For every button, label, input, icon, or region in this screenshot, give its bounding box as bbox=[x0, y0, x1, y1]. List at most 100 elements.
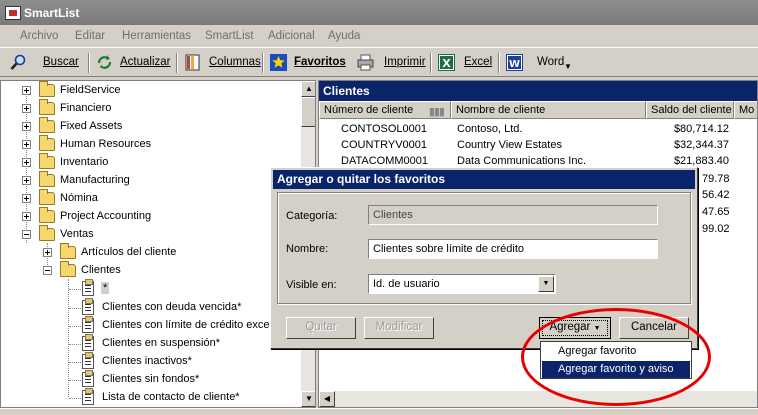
cell-numero: CONTOSOL0001 bbox=[341, 123, 428, 135]
column-header-numero[interactable]: Número de cliente ▮▮▮ bbox=[319, 101, 451, 119]
tree-item-lista-contacto-cliente[interactable]: Lista de contacto de cliente* bbox=[1, 388, 301, 407]
excel-label: Excel bbox=[464, 56, 493, 68]
tree-item-label: Financiero bbox=[60, 102, 112, 114]
folder-open-icon bbox=[39, 225, 55, 241]
results-title: Clientes bbox=[319, 81, 757, 101]
imprimir-label: Imprimir bbox=[384, 56, 426, 68]
folder-icon bbox=[39, 207, 55, 223]
tree-item-label: FieldService bbox=[60, 84, 121, 96]
nombre-input[interactable]: Clientes sobre límite de crédito bbox=[368, 239, 658, 259]
star-icon bbox=[270, 54, 287, 71]
dropdown-arrow-icon[interactable]: ▼ bbox=[564, 62, 572, 71]
tree-item-clientes-suspension[interactable]: Clientes en suspensión* bbox=[1, 334, 301, 353]
expand-icon[interactable] bbox=[22, 140, 31, 149]
cell-saldo-partial: 56.42 bbox=[702, 189, 730, 201]
folder-icon bbox=[39, 135, 55, 151]
column-header-mo[interactable]: Mo bbox=[734, 101, 757, 119]
columnas-label: Columnas bbox=[209, 56, 261, 68]
cell-nombre: Contoso, Ltd. bbox=[457, 123, 523, 135]
scroll-left-icon[interactable]: ◀ bbox=[319, 391, 335, 407]
favoritos-button[interactable]: Favoritos bbox=[270, 54, 350, 72]
buscar-label: Buscar bbox=[43, 56, 79, 68]
categoria-label: Categoría: bbox=[286, 210, 338, 222]
menu-smartlist[interactable]: SmartList bbox=[205, 30, 254, 42]
svg-text:W: W bbox=[509, 59, 520, 70]
title-bar: SmartList bbox=[0, 0, 758, 25]
svg-text:X: X bbox=[442, 57, 451, 70]
tree-item-label: Clientes sin fondos* bbox=[102, 373, 200, 385]
tree-item-manufacturing[interactable]: Manufacturing bbox=[1, 171, 301, 190]
buscar-button[interactable]: Buscar bbox=[10, 54, 80, 72]
menu-archivo[interactable]: Archivo bbox=[20, 30, 58, 42]
expand-icon[interactable] bbox=[22, 194, 31, 203]
tree-item-clientes-inactivos[interactable]: Clientes inactivos* bbox=[1, 352, 301, 371]
cell-saldo: $21,883.40 bbox=[673, 155, 729, 167]
folder-icon bbox=[39, 81, 55, 97]
cell-saldo: $80,714.12 bbox=[673, 123, 729, 135]
actualizar-button[interactable]: Actualizar bbox=[96, 54, 171, 72]
tree-item-label: Fixed Assets bbox=[60, 120, 123, 132]
tree-item-label: Inventario bbox=[60, 156, 109, 168]
tree-item-label: Nómina bbox=[60, 192, 98, 204]
dialog-title: Agregar o quitar los favoritos bbox=[273, 170, 695, 189]
category-tree[interactable]: FieldService Financiero Fixed Assets Hum… bbox=[0, 80, 316, 408]
status-bar bbox=[0, 408, 758, 415]
word-button[interactable]: W Word ▼ bbox=[506, 54, 576, 72]
expand-icon[interactable] bbox=[22, 86, 31, 95]
list-icon bbox=[82, 316, 94, 333]
column-header-nombre[interactable]: Nombre de cliente bbox=[451, 101, 646, 119]
folder-icon bbox=[39, 117, 55, 133]
tree-item-inventario[interactable]: Inventario bbox=[1, 153, 301, 172]
tree-item-label: Manufacturing bbox=[60, 174, 130, 186]
expand-icon[interactable] bbox=[22, 104, 31, 113]
tree-item-human-resources[interactable]: Human Resources bbox=[1, 135, 301, 154]
modificar-button[interactable]: Modificar bbox=[364, 317, 434, 339]
columnas-button[interactable]: Columnas bbox=[184, 54, 261, 72]
printer-icon bbox=[357, 54, 374, 71]
menu-editar[interactable]: Editar bbox=[75, 30, 105, 42]
excel-button[interactable]: X Excel bbox=[438, 54, 496, 72]
expand-icon[interactable] bbox=[43, 248, 52, 257]
tree-item-clientes-deuda-vencida[interactable]: Clientes con deuda vencida* bbox=[1, 298, 301, 317]
collapse-icon[interactable] bbox=[43, 266, 52, 275]
cell-saldo: $32,344.37 bbox=[673, 139, 729, 151]
cell-saldo-partial: 47.65 bbox=[702, 206, 730, 218]
cell-nombre: Data Communications Inc. bbox=[457, 155, 586, 167]
expand-icon[interactable] bbox=[22, 122, 31, 131]
tree-item-clientes-limite-credito[interactable]: Clientes con límite de crédito exced bbox=[1, 316, 301, 335]
expand-icon[interactable] bbox=[22, 176, 31, 185]
menu-ayuda[interactable]: Ayuda bbox=[328, 30, 360, 42]
tree-item-ventas[interactable]: Ventas bbox=[1, 225, 301, 244]
visible-select[interactable]: Id. de usuario ▼ bbox=[368, 274, 556, 294]
tree-item-clientes-sin-fondos[interactable]: Clientes sin fondos* bbox=[1, 370, 301, 389]
scroll-down-icon[interactable]: ▼ bbox=[301, 391, 315, 407]
tree-item-fieldservice[interactable]: FieldService bbox=[1, 81, 301, 100]
column-header-saldo[interactable]: Saldo del cliente bbox=[646, 101, 734, 119]
tree-item-label: Clientes bbox=[81, 264, 121, 276]
expand-icon[interactable] bbox=[22, 212, 31, 221]
cell-saldo-partial: 99.02 bbox=[702, 223, 730, 235]
tree-item-articulos-del-cliente[interactable]: Artículos del cliente bbox=[1, 243, 301, 262]
expand-icon[interactable] bbox=[22, 158, 31, 167]
chevron-down-icon[interactable]: ▼ bbox=[538, 276, 554, 292]
scroll-up-icon[interactable]: ▲ bbox=[301, 81, 315, 97]
tree-item-financiero[interactable]: Financiero bbox=[1, 99, 301, 118]
visible-select-value: Id. de usuario bbox=[373, 278, 440, 290]
results-hscrollbar[interactable]: ◀ bbox=[319, 391, 757, 407]
tree-item-smartlist-all[interactable]: * bbox=[1, 279, 301, 298]
tree-item-nomina[interactable]: Nómina bbox=[1, 189, 301, 208]
menu-herramientas[interactable]: Herramientas bbox=[122, 30, 191, 42]
tree-item-label: Lista de contacto de cliente* bbox=[102, 391, 240, 403]
quitar-button[interactable]: Quitar bbox=[286, 317, 356, 339]
collapse-icon[interactable] bbox=[22, 230, 31, 239]
sort-bars-icon: ▮▮▮ bbox=[428, 106, 445, 118]
favoritos-label: Favoritos bbox=[294, 56, 346, 68]
imprimir-button[interactable]: Imprimir bbox=[357, 54, 426, 72]
menu-adicional[interactable]: Adicional bbox=[268, 30, 315, 42]
tree-item-project-accounting[interactable]: Project Accounting bbox=[1, 207, 301, 226]
list-icon bbox=[82, 298, 94, 315]
scroll-thumb[interactable] bbox=[301, 97, 315, 127]
tree-item-clientes[interactable]: Clientes bbox=[1, 261, 301, 280]
tree-item-fixed-assets[interactable]: Fixed Assets bbox=[1, 117, 301, 136]
excel-icon: X bbox=[438, 54, 455, 71]
